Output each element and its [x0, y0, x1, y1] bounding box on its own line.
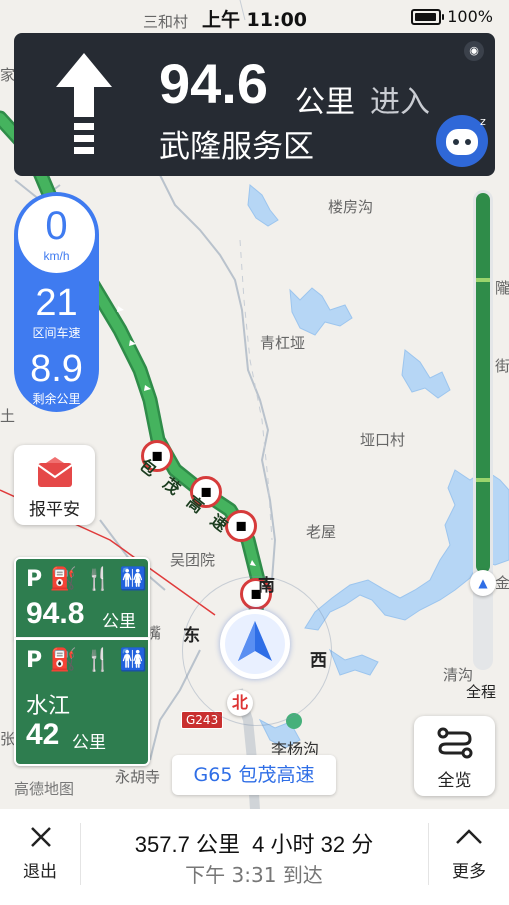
battery-icon: [411, 8, 445, 25]
guidance-distance: 94.6: [159, 52, 268, 115]
service-distance: 94.8: [26, 597, 85, 630]
battery-percent: 100%: [447, 7, 493, 26]
bottom-bar: 退出 357.7 公里 4 小时 32 分 下午 3:31 到达 更多: [0, 809, 509, 905]
route-overview-icon: [437, 727, 473, 759]
map-label: 家: [0, 66, 16, 84]
report-safe-button[interactable]: 报平安: [14, 445, 95, 525]
service-distance: 42: [26, 718, 60, 751]
remaining-label: 剩余公里: [32, 392, 81, 406]
report-safe-label: 报平安: [29, 500, 80, 520]
service-unit: 公里: [72, 733, 106, 753]
exit-button[interactable]: 退出: [0, 809, 80, 905]
service-area-card[interactable]: P ⛽ 🍴 🚻 94.8 公里: [14, 557, 150, 639]
current-road-name: G65 包茂高速: [172, 755, 336, 795]
service-unit: 公里: [102, 612, 136, 632]
compass-south: 南: [258, 576, 275, 596]
guidance-action: 进入: [370, 85, 430, 120]
route-full-label: 全程: [466, 683, 497, 701]
close-icon: [31, 827, 51, 847]
battery-indicator: 100%: [411, 7, 493, 26]
navigation-arrow-icon: [225, 614, 285, 674]
speed-panel: 0 km/h 21 区间车速 8.9 剩余公里: [14, 192, 99, 412]
route-progress-marker: [476, 278, 490, 282]
envelope-icon: [37, 457, 73, 487]
current-location: [220, 609, 290, 679]
arrival-suffix: 到达: [282, 863, 323, 887]
map-label: 青杠垭: [260, 334, 306, 352]
guidance-road: 武隆服务区: [159, 129, 314, 165]
trip-summary: 357.7 公里 4 小时 32 分: [134, 832, 374, 857]
status-bar: 上午 11:00 100%: [0, 0, 509, 32]
svg-text:z: z: [480, 115, 486, 128]
more-label: 更多: [452, 862, 486, 882]
exit-label: 退出: [23, 862, 57, 882]
overview-label: 全览: [437, 771, 472, 791]
current-speed: 0: [45, 204, 68, 248]
more-button[interactable]: 更多: [429, 809, 509, 905]
remaining-distance: 8.9: [30, 348, 83, 390]
map-label: 张: [0, 730, 16, 748]
guidance-unit: 公里: [295, 85, 355, 120]
arrival-info: 下午 3:31 到达: [80, 859, 428, 888]
chevron-up-icon: [456, 829, 482, 844]
map-label: 垭口村: [360, 431, 406, 449]
map-label: 吴团院: [170, 551, 216, 569]
service-name: 水江: [26, 694, 71, 719]
map-label: 老屋: [306, 523, 337, 541]
section-speed-label: 区间车速: [32, 326, 81, 340]
straight-arrow-icon: [56, 53, 112, 154]
service-area-card[interactable]: P ⛽ 🍴 🚻 水江 42 公里: [14, 638, 150, 766]
service-facility-icons: P ⛽ 🍴 🚻: [26, 648, 148, 673]
compass-east: 东: [183, 626, 200, 646]
map-label: 永胡寺: [115, 768, 161, 786]
service-facility-icons: P ⛽ 🍴 🚻: [26, 567, 148, 592]
arrival-time: 下午 3:31: [185, 863, 277, 887]
map-label: 楼房沟: [328, 198, 374, 216]
voice-assistant-icon[interactable]: z: [432, 111, 492, 171]
section-speed: 21: [35, 282, 78, 324]
map-label: 土: [0, 407, 16, 425]
compass-west: 西: [310, 651, 327, 671]
compass-north-label: 北: [231, 693, 248, 712]
voice-signal-icon[interactable]: ◉: [464, 41, 484, 61]
route-progress-bar[interactable]: ▲: [470, 190, 496, 670]
map-label: 街: [495, 357, 509, 375]
map-label: 隴: [495, 279, 509, 297]
guidance-panel[interactable]: 94.6 公里 进入 武隆服务区 ◉ z: [14, 33, 495, 176]
speed-unit: km/h: [43, 249, 70, 263]
route-progress-fill: [476, 193, 490, 573]
compass-north: 北: [227, 690, 253, 716]
map-logo: 高德地图: [14, 780, 75, 798]
route-progress-marker: [476, 478, 490, 482]
overview-button[interactable]: 全览: [414, 716, 495, 796]
map-label: 金: [495, 574, 509, 592]
route-current-icon: ▲: [470, 570, 496, 596]
